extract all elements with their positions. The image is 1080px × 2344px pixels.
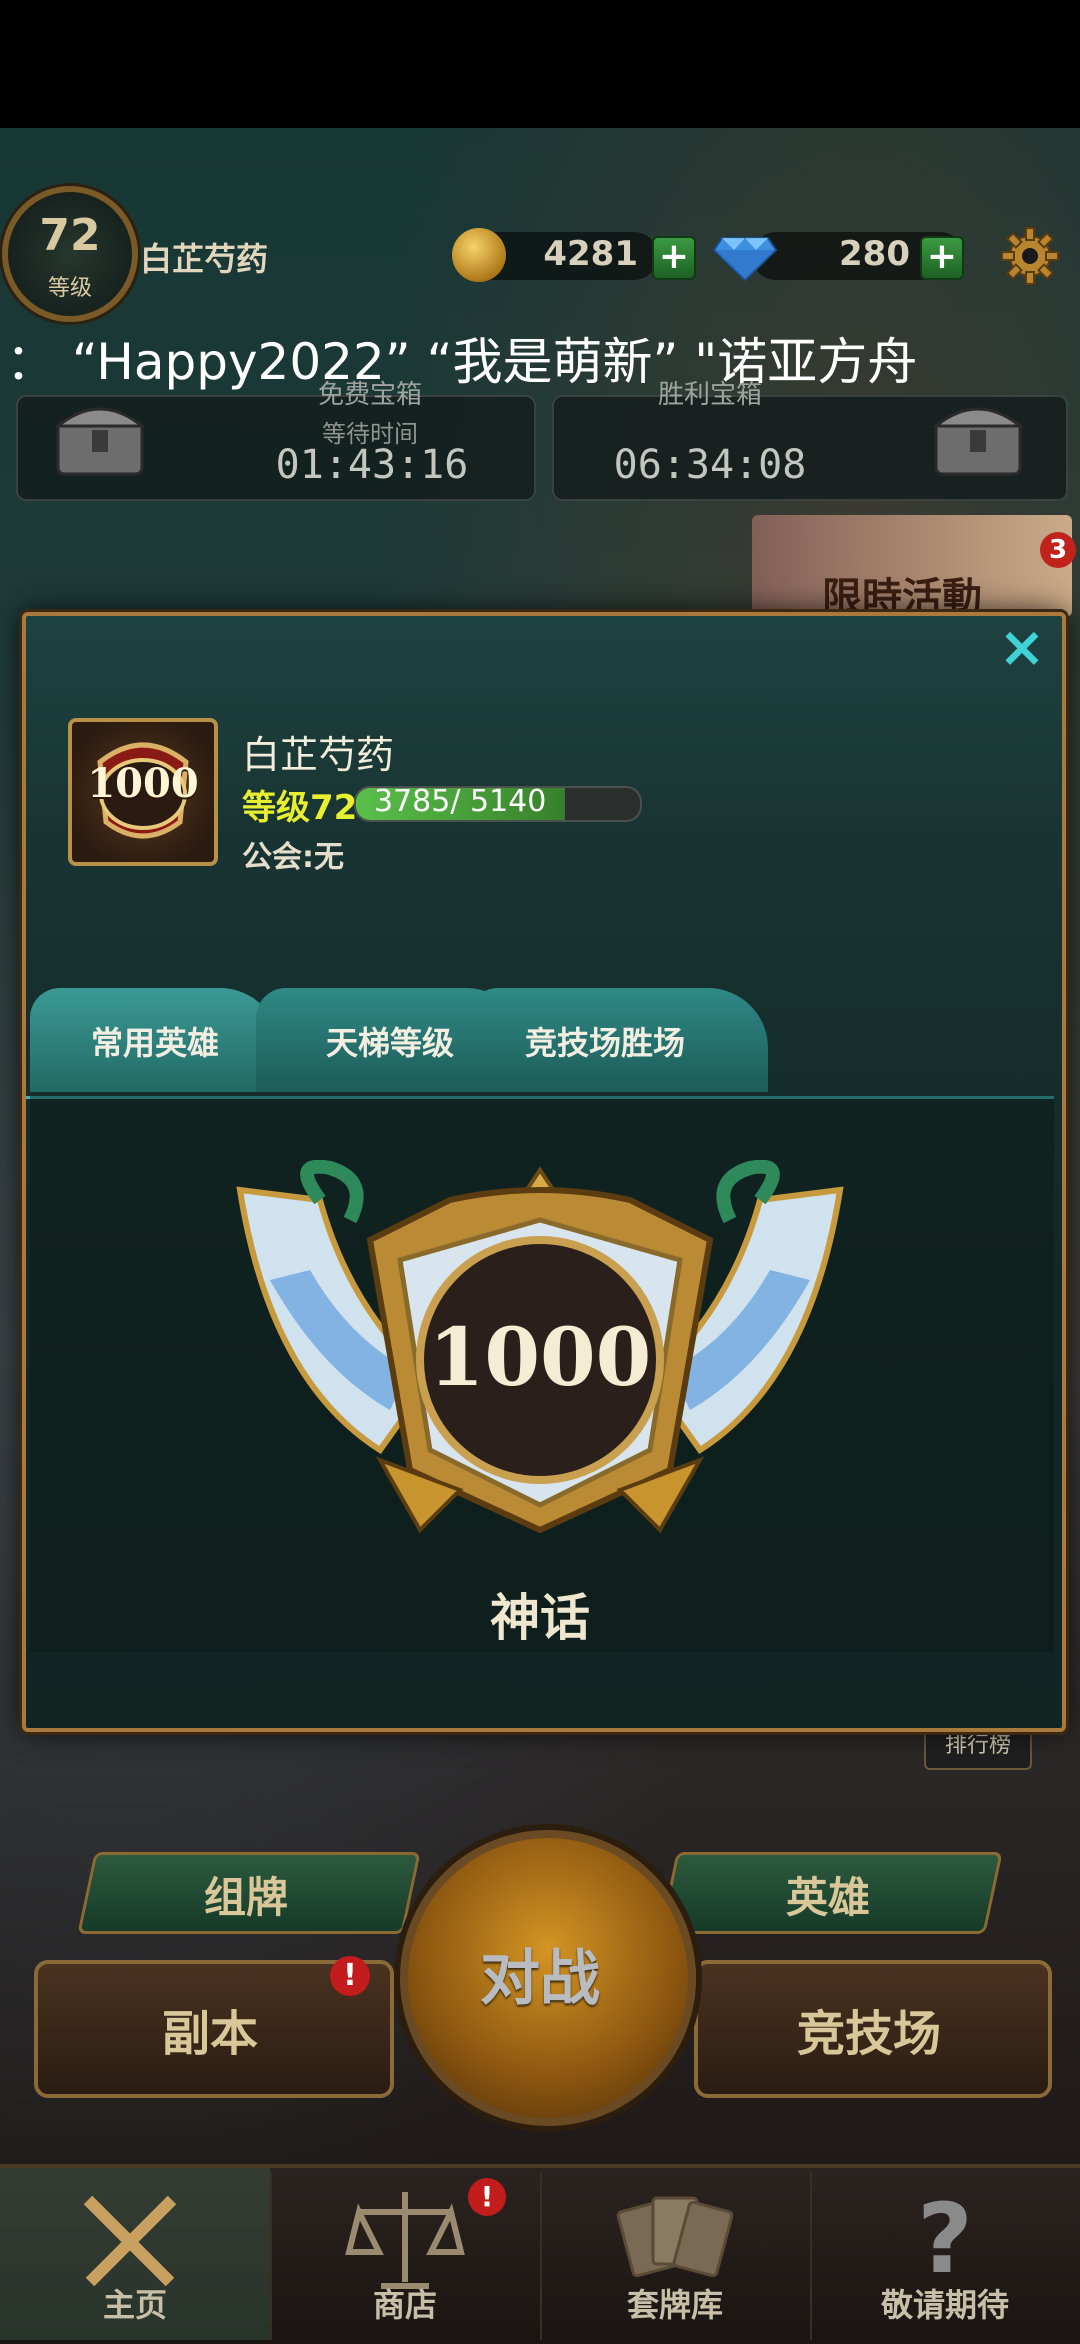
battle-label: 对战 — [480, 1944, 600, 2014]
chest-icon — [53, 407, 147, 476]
tab-arena-wins-label: 竞技场胜场 — [524, 1024, 685, 1062]
add-gems-button[interactable]: + — [920, 236, 964, 280]
svg-text:?: ? — [917, 2183, 973, 2295]
player-level-number: 72 — [39, 210, 101, 261]
player-name[interactable]: 白芷芍药 — [140, 234, 268, 280]
victory-chest-timer: 06:34:08 — [613, 442, 807, 488]
gold-amount: 4281 — [543, 234, 638, 274]
experience-value: 3785/ 5140 — [374, 784, 547, 819]
player-level-badge[interactable]: 72 等级 — [2, 186, 138, 322]
tab-frequent-heroes-label: 常用英雄 — [90, 1024, 219, 1062]
heroes-label: 英雄 — [785, 1873, 870, 1922]
gold-coin-icon — [452, 228, 506, 282]
event-count-badge: 3 — [1040, 532, 1076, 568]
diamond-icon — [712, 237, 778, 282]
nav-home-label: 主页 — [102, 2286, 167, 2324]
nav-shop-label: 商店 — [372, 2286, 437, 2324]
deck-builder-label: 组牌 — [203, 1873, 288, 1922]
nav-deck-library-label: 套牌库 — [626, 2286, 723, 2324]
dungeon-alert-badge: ! — [330, 1956, 370, 1996]
chest-icon — [931, 407, 1025, 476]
profile-level: 等级72 — [242, 788, 358, 828]
status-bar — [0, 0, 1080, 128]
guild-info: 公会:无 — [242, 840, 344, 875]
close-icon[interactable]: × — [994, 620, 1050, 676]
gear-icon[interactable] — [1000, 226, 1060, 286]
shop-alert-badge: ! — [468, 2178, 506, 2216]
scrolling-announcement: ： “Happy2022” “我是萌新” "诺亚方舟 — [6, 333, 918, 391]
gem-amount: 280 — [839, 234, 910, 274]
player-level-label: 等级 — [47, 276, 92, 301]
profile-player-name: 白芷芍药 — [242, 733, 395, 777]
dungeon-label: 副本 — [161, 2006, 258, 2062]
ladder-rank-score: 1000 — [428, 1310, 652, 1404]
tab-ladder-rank-label: 天梯等级 — [325, 1024, 454, 1062]
avatar-rank-value: 1000 — [87, 760, 199, 807]
free-chest-timer: 01:43:16 — [275, 442, 469, 488]
add-gold-button[interactable]: + — [652, 236, 696, 280]
nav-coming-soon-label: 敬请期待 — [880, 2286, 1009, 2324]
ladder-rank-title: 神话 — [490, 1589, 590, 1647]
arena-label: 竞技场 — [796, 2006, 941, 2062]
